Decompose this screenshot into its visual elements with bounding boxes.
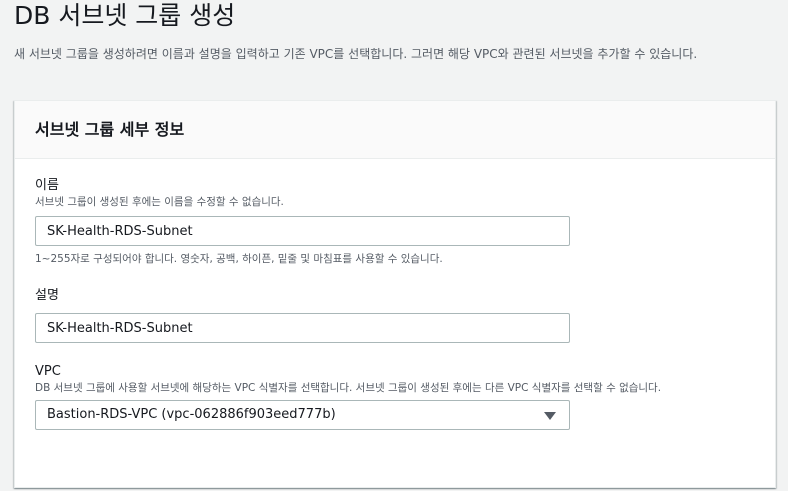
vpc-field: VPC DB 서브넷 그룹에 사용할 서브넷에 해당하는 VPC 식별자를 선택… [35,363,765,430]
description-input[interactable] [35,313,570,343]
name-constraint: 1~255자로 구성되어야 합니다. 영숫자, 공백, 하이픈, 밑줄 및 마침… [35,253,443,265]
description-label: 설명 [35,288,59,303]
page-description: 새 서브넷 그룹을 생성하려면 이름과 설명을 입력하고 기존 VPC를 선택합… [14,47,698,61]
subnet-group-details-panel: 서브넷 그룹 세부 정보 이름 서브넷 그룹이 생성된 후에는 이름을 수정할 … [14,100,776,488]
description-field: 설명 [35,287,765,343]
panel-header: 서브넷 그룹 세부 정보 [15,101,775,159]
vpc-description: DB 서브넷 그룹에 사용할 서브넷에 해당하는 VPC 식별자를 선택합니다.… [35,382,662,394]
vpc-select[interactable]: Bastion-RDS-VPC (vpc-062886f903eed777b) [35,400,570,430]
caret-down-icon [544,412,556,420]
name-label: 이름 [35,178,59,193]
vpc-label: VPC [35,364,61,379]
name-field: 이름 서브넷 그룹이 생성된 후에는 이름을 수정할 수 없습니다. 1~255… [35,177,765,267]
name-input[interactable] [35,216,570,246]
name-description: 서브넷 그룹이 생성된 후에는 이름을 수정할 수 없습니다. [35,196,284,208]
page-title: DB 서브넷 그룹 생성 [14,1,236,30]
vpc-selected-value: Bastion-RDS-VPC (vpc-062886f903eed777b) [47,407,336,422]
panel-title: 서브넷 그룹 세부 정보 [35,120,185,139]
